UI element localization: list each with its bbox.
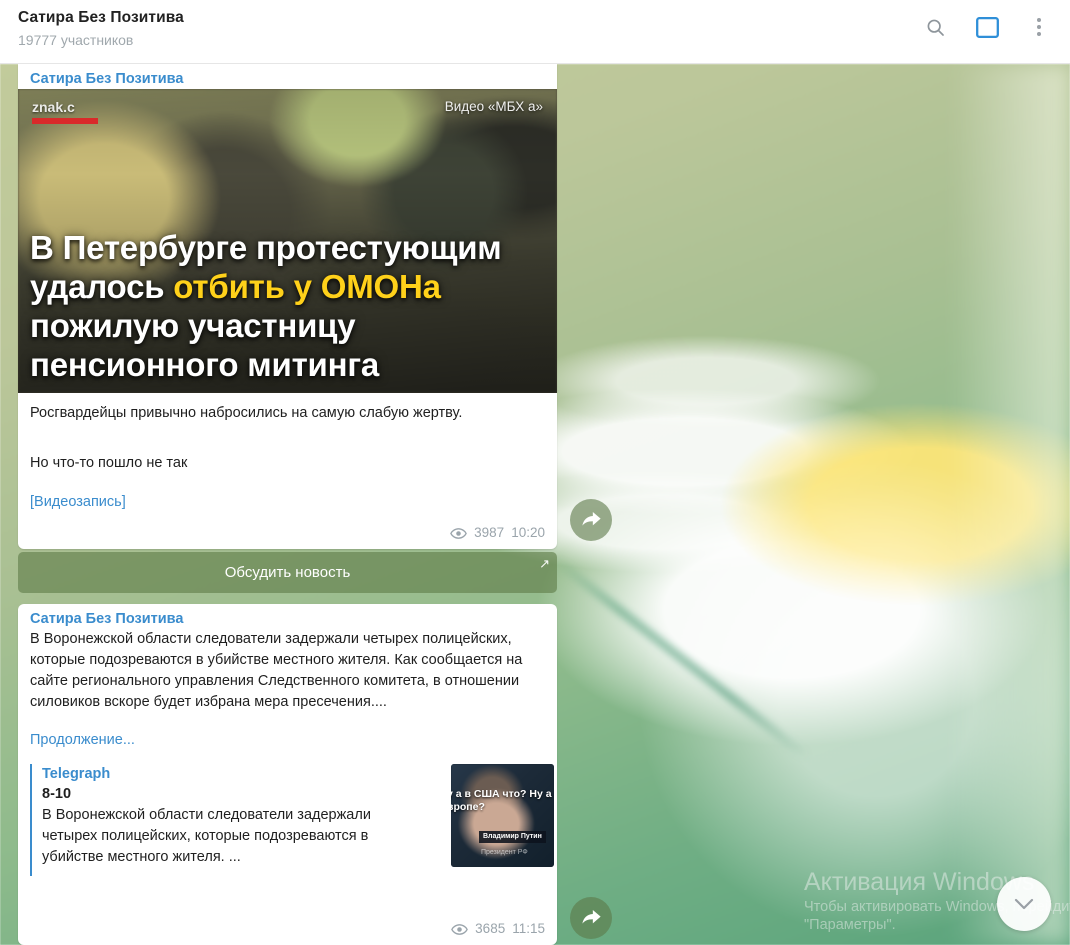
views-eye-icon (450, 527, 468, 539)
preview-spacer (18, 749, 557, 764)
message-time-2: 11:15 (512, 921, 545, 936)
message-bubble-link[interactable]: Сатира Без Позитива В Воронежской област… (18, 604, 557, 945)
forward-message-button-1[interactable] (570, 499, 612, 541)
text-spacer-2 (18, 474, 557, 493)
chat-member-count: 19777 участников (18, 32, 134, 48)
text-spacer (18, 424, 557, 443)
message-meta: 3987 10:20 (450, 525, 545, 540)
video-record-link[interactable]: [Видеозапись] (18, 494, 138, 510)
video-headline: В Петербурге протестующим удалось отбить… (30, 229, 547, 385)
message-body-text: В Воронежской области следователи задерж… (30, 631, 523, 711)
chat-header: Сатира Без Позитива 19777 участников (0, 0, 1070, 64)
preview-thumbnail[interactable]: у а в США что? Ну а вропе? Владимир Пути… (451, 764, 554, 868)
preview-description: В Воронежской области следователи задерж… (42, 806, 371, 865)
preview-thumb-role: Президент РФ (481, 849, 528, 857)
chat-area: Активация Windows Чтобы активировать Win… (0, 64, 1070, 945)
views-count-2: 3685 (475, 921, 506, 936)
views-eye-icon-2 (451, 923, 469, 935)
discuss-news-button[interactable]: Обсудить новость ↗ (18, 552, 557, 593)
telegram-window: Сатира Без Позитива 19777 участников Акт… (0, 0, 1070, 945)
message-list: Сатира Без Позитива znak.c Видео «МБХ а»… (0, 64, 1070, 945)
message-meta-2: 3685 11:15 (451, 921, 545, 936)
message-text-line-2: Но что-то пошло не так (30, 455, 188, 472)
video-thumbnail[interactable]: znak.c Видео «МБХ а» В Петербурге протес… (18, 89, 557, 393)
headline-part-3: пожилую участницу пенсионного митинга (30, 307, 380, 384)
headline-highlight: отбить у ОМОНа (173, 268, 441, 306)
forward-message-button-2[interactable] (570, 897, 612, 939)
video-watermark-bar (32, 118, 98, 124)
external-link-arrow-icon: ↗ (539, 556, 550, 571)
preview-thumb-caption: у а в США что? Ну а вропе? (451, 788, 552, 814)
message-bubble-video[interactable]: Сатира Без Позитива znak.c Видео «МБХ а»… (18, 64, 557, 549)
header-actions (920, 12, 1054, 42)
video-watermark: znak.c (32, 99, 75, 115)
split-panel-icon[interactable] (972, 12, 1002, 42)
scroll-to-bottom-button[interactable] (997, 877, 1051, 931)
message-sender-name-2[interactable]: Сатира Без Позитива (18, 604, 557, 629)
search-icon[interactable] (920, 12, 950, 42)
video-credit: Видео «МБХ а» (444, 99, 543, 114)
chat-title: Сатира Без Позитива (18, 9, 184, 26)
message-text-line-1: Росгвардейцы привычно набросились на сам… (30, 405, 463, 421)
more-vertical-icon[interactable] (1024, 12, 1054, 42)
message-time: 10:20 (511, 525, 545, 540)
views-count: 3987 (474, 525, 505, 540)
preview-thumb-nameplate: Владимир Путин (479, 830, 546, 844)
continue-link[interactable]: Продолжение... (18, 732, 147, 748)
discuss-news-label: Обсудить новость (224, 564, 351, 581)
webpage-preview[interactable]: Telegraph 8-10 В Воронежской области сле… (30, 764, 554, 877)
message-sender-name[interactable]: Сатира Без Позитива (18, 64, 557, 89)
